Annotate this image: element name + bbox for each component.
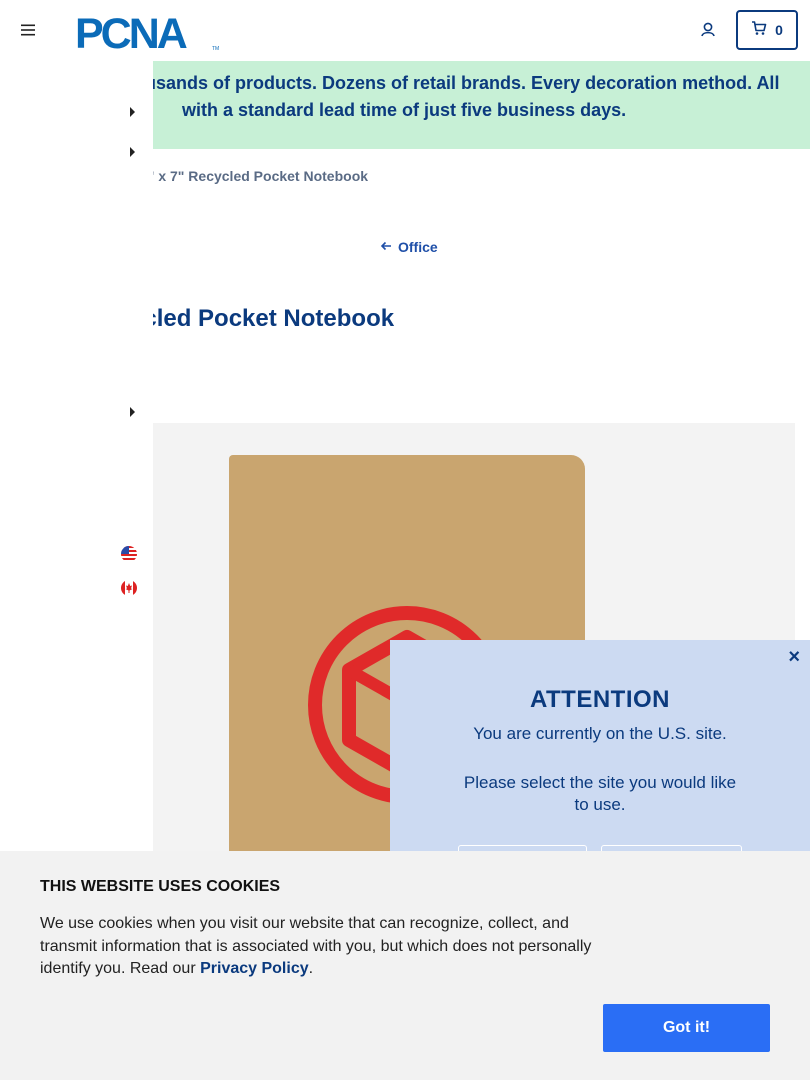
menu-icon[interactable] [20, 22, 36, 38]
logo-trademark: TM [212, 46, 219, 52]
privacy-policy-link[interactable]: Privacy Policy [200, 960, 309, 977]
logo-text: PCNA [75, 10, 187, 52]
cart-button[interactable]: 0 [736, 10, 798, 50]
back-link[interactable]: Office [380, 239, 438, 255]
product-title: ycled Pocket Notebook [130, 305, 395, 332]
modal-current-site: You are currently on the U.S. site. [473, 724, 727, 743]
back-link-label: Office [398, 239, 438, 255]
cookie-banner: THIS WEBSITE USES COOKIES We use cookies… [0, 851, 810, 1080]
us-flag-icon[interactable] [121, 546, 137, 562]
caret-right-icon[interactable] [130, 147, 135, 157]
breadcrumb[interactable]: 5" x 7" Recycled Pocket Notebook [140, 168, 368, 184]
pcna-logo[interactable]: PCNA TM [74, 10, 226, 58]
promo-line-2: with a standard lead time of just five b… [182, 100, 627, 120]
modal-title: ATTENTION [529, 686, 671, 713]
modal-instruction: Please select the site you would like to… [463, 773, 737, 814]
caret-right-icon[interactable] [130, 407, 135, 417]
accept-cookies-button[interactable]: Got it! [603, 1004, 770, 1052]
cookie-title: THIS WEBSITE USES COOKIES [40, 878, 281, 895]
cookie-message-end: . [308, 960, 314, 977]
cart-icon [751, 20, 767, 41]
cart-count: 0 [775, 22, 783, 38]
site-header: PCNA TM 0 [0, 0, 810, 60]
promo-banner: usands of products. Dozens of retail bra… [145, 61, 810, 149]
promo-line-1: usands of products. Dozens of retail bra… [145, 73, 780, 93]
arrow-left-icon [380, 239, 392, 255]
cookie-message-text: We use cookies when you visit our websit… [40, 915, 592, 977]
account-icon[interactable] [697, 19, 719, 41]
site-select-modal: × ATTENTION You are currently on the U.S… [390, 640, 810, 885]
close-icon[interactable]: × [788, 646, 800, 669]
caret-right-icon[interactable] [130, 107, 135, 117]
canada-flag-icon[interactable] [121, 580, 137, 596]
sidebar-menu [0, 60, 153, 860]
cookie-message: We use cookies when you visit our websit… [40, 913, 610, 981]
